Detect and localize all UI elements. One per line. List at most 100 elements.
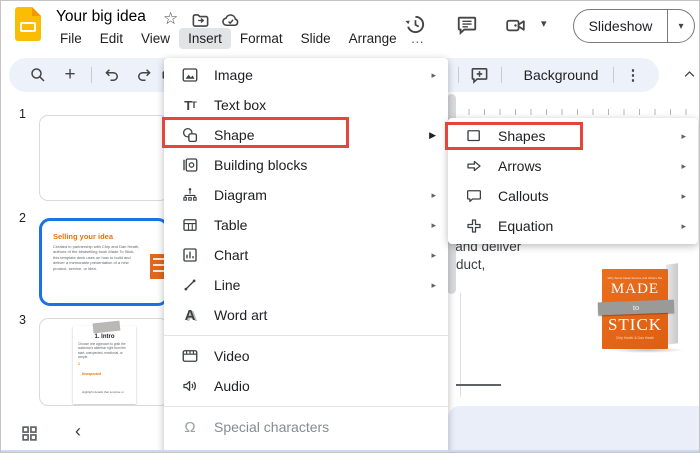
menu-separator xyxy=(164,406,448,407)
menu-item-word-art[interactable]: A Word art xyxy=(164,300,448,330)
background-button[interactable]: Background xyxy=(513,58,609,92)
toolbar-more-icon[interactable]: ⋮ xyxy=(621,58,645,92)
video-icon xyxy=(180,347,200,365)
menubar-item-arrange[interactable]: Arrange xyxy=(340,28,406,49)
collapse-toolbar-icon[interactable] xyxy=(682,67,697,82)
submenu-item-arrows[interactable]: Arrows ▸ xyxy=(448,151,698,181)
menubar-item-file[interactable]: File xyxy=(51,28,91,49)
submenu-arrow-icon: ▸ xyxy=(681,130,686,141)
slide1-subtitle: A guide by Chip Heath & Dan Heath xyxy=(74,180,138,185)
line-icon xyxy=(180,276,200,294)
slides-app-icon[interactable] xyxy=(15,7,41,41)
add-slide-button[interactable]: + xyxy=(57,58,83,92)
submenu-arrow-icon: ▸ xyxy=(681,220,686,231)
submenu-arrow-icon: ▸ xyxy=(431,279,436,290)
word-art-icon: A xyxy=(184,306,196,324)
menu-item-table[interactable]: Table ▸ xyxy=(164,210,448,240)
menubar-item-view[interactable]: View xyxy=(132,28,179,49)
menubar-item-slide[interactable]: Slide xyxy=(292,28,340,49)
notes-area xyxy=(448,406,699,451)
callouts-icon xyxy=(464,187,484,205)
book-cover: Why Some Ideas Survive and Others Die MA… xyxy=(597,269,675,349)
book-header-text: Why Some Ideas Survive and Others Die xyxy=(607,276,663,280)
submenu-arrow-icon: ▸ xyxy=(681,190,686,201)
chart-icon xyxy=(180,246,200,264)
shape-icon xyxy=(180,126,200,144)
slide-number: 2 xyxy=(19,211,26,225)
menu-item-chart[interactable]: Chart ▸ xyxy=(164,240,448,270)
menu-item-diagram[interactable]: Diagram ▸ xyxy=(164,180,448,210)
horizontal-ruler xyxy=(453,109,698,115)
submenu-arrow-icon: ▸ xyxy=(431,249,436,260)
slide3-paper: 1. Intro Choose one approach to grab the… xyxy=(73,320,136,404)
omega-icon: Ω xyxy=(184,418,196,436)
video-camera-icon[interactable] xyxy=(504,15,527,36)
slide-divider-line xyxy=(456,384,501,386)
menubar-item-format[interactable]: Format xyxy=(231,28,292,49)
comment-icon[interactable] xyxy=(456,14,478,36)
add-comment-icon[interactable] xyxy=(465,58,493,92)
top-bar: Your big idea ☆ File Edit View Insert Fo… xyxy=(1,1,699,51)
slide-number: 3 xyxy=(19,313,26,327)
menu-bar: File Edit View Insert Format Slide Arran… xyxy=(51,28,429,49)
slide3-heading: 1. Intro xyxy=(94,334,115,340)
book-title-top: MADE xyxy=(610,281,660,297)
slide-thumbnail-3[interactable]: 1. Intro Choose one approach to grab the… xyxy=(39,318,169,406)
collapse-filmstrip-icon[interactable]: ‹ xyxy=(75,421,81,442)
menu-item-special-characters[interactable]: Ω Special characters xyxy=(164,412,448,442)
arrows-icon xyxy=(464,157,484,175)
menu-item-image[interactable]: Image ▸ xyxy=(164,60,448,90)
equation-icon xyxy=(464,217,484,235)
camera-dropdown-icon[interactable]: ▾ xyxy=(541,17,547,30)
star-icon[interactable]: ☆ xyxy=(163,9,178,29)
shapes-icon xyxy=(464,127,484,145)
slide3-lead: Choose one approach to grab the audience… xyxy=(78,342,126,360)
slide-page-edge xyxy=(460,293,461,397)
submenu-arrow-icon: ▸ xyxy=(681,160,686,171)
made-to-stick-book-image[interactable]: Why Some Ideas Survive and Others Die MA… xyxy=(597,261,692,353)
book-tape: to xyxy=(597,299,675,316)
menu-item-line[interactable]: Line ▸ xyxy=(164,270,448,300)
slide1-title: Making Presentations That Stick xyxy=(74,134,162,155)
submenu-item-shapes[interactable]: Shapes ▸ xyxy=(448,121,698,151)
slide-number: 1 xyxy=(19,107,26,121)
redo-icon[interactable] xyxy=(131,58,157,92)
zoom-icon[interactable] xyxy=(25,58,51,92)
slide-thumbnail-2-selected[interactable]: Selling your idea Created in partnership… xyxy=(39,218,169,306)
slideshow-dropdown-icon[interactable]: ▾ xyxy=(668,21,694,32)
version-history-icon[interactable] xyxy=(403,12,426,35)
slideshow-label: Slideshow xyxy=(588,18,653,34)
submenu-arrow-icon: ▸ xyxy=(431,189,436,200)
building-blocks-icon xyxy=(180,156,200,174)
grid-view-icon[interactable] xyxy=(21,425,38,442)
menubar-item-edit[interactable]: Edit xyxy=(91,28,132,49)
diagram-icon xyxy=(180,186,200,204)
menu-separator xyxy=(164,335,448,336)
shape-submenu: Shapes ▸ Arrows ▸ Callouts ▸ Equation ▸ xyxy=(448,118,698,244)
slide3-point: 1 Unexpected Highlight details that surpr… xyxy=(78,361,124,394)
image-icon xyxy=(180,66,200,84)
slide2-body: Created in partnership with Chip and Dan… xyxy=(53,244,140,271)
submenu-item-equation[interactable]: Equation ▸ xyxy=(448,211,698,241)
insert-menu: Image ▸ TT Text box Shape ▶ Building blo… xyxy=(164,58,448,452)
book-authors: Chip Heath & Dan Heath xyxy=(615,336,655,340)
slide2-heading: Selling your idea xyxy=(53,232,114,241)
menu-item-audio[interactable]: Audio xyxy=(164,371,448,401)
menu-item-shape[interactable]: Shape ▶ xyxy=(164,120,448,150)
text-box-icon: TT xyxy=(184,97,196,113)
undo-icon[interactable] xyxy=(99,58,125,92)
submenu-item-callouts[interactable]: Callouts ▸ xyxy=(448,181,698,211)
menu-item-video[interactable]: Video xyxy=(164,341,448,371)
submenu-arrow-icon: ▸ xyxy=(431,69,436,80)
menubar-item-insert[interactable]: Insert xyxy=(179,28,231,49)
menu-item-building-blocks[interactable]: Building blocks xyxy=(164,150,448,180)
audio-icon xyxy=(180,377,200,395)
slide-thumbnail-1[interactable]: Making Presentations That Stick A guide … xyxy=(39,115,169,201)
menu-item-text-box[interactable]: TT Text box xyxy=(164,90,448,120)
submenu-arrow-icon: ▸ xyxy=(431,219,436,230)
document-title[interactable]: Your big idea xyxy=(56,8,146,26)
slideshow-button[interactable]: Slideshow ▾ xyxy=(573,9,695,43)
book-title-bottom: STICK xyxy=(607,315,663,334)
table-icon xyxy=(180,216,200,234)
google-slides-window: Your big idea ☆ File Edit View Insert Fo… xyxy=(0,0,700,453)
